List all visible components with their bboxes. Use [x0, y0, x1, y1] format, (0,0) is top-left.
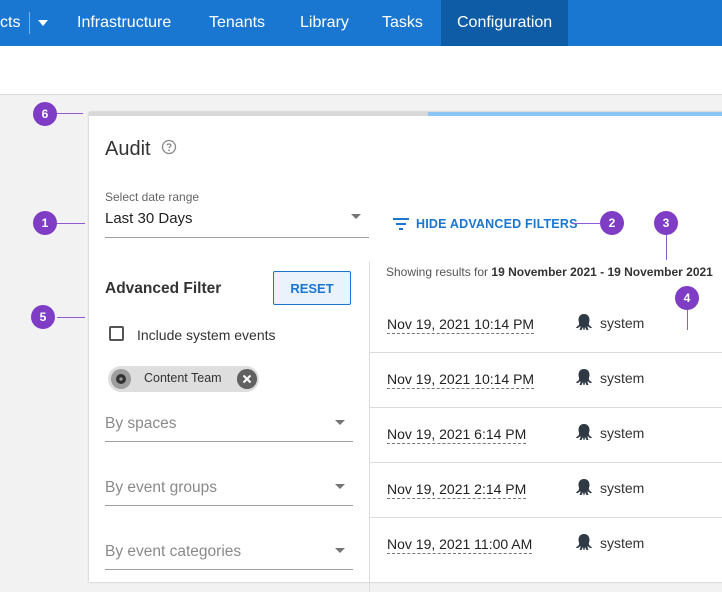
annotation-badge-6: 6: [33, 102, 57, 126]
annotation-leader-6: [57, 113, 83, 114]
filter-icon: [393, 218, 409, 230]
page-title: Audit: [105, 138, 151, 160]
event-groups-select[interactable]: By event groups: [105, 475, 353, 506]
event-user: system: [600, 480, 645, 496]
table-row[interactable]: Nov 19, 2021 2:14 PM system: [370, 463, 722, 518]
sub-header-bar: [0, 46, 722, 95]
results-summary-range: 19 November 2021 - 19 November 2021: [491, 265, 713, 279]
loading-progress-bar: [89, 112, 722, 116]
hide-advanced-filters-button[interactable]: HIDE ADVANCED FILTERS: [392, 215, 578, 233]
octopus-icon: [576, 424, 592, 440]
event-user: system: [600, 425, 645, 441]
results-summary: Showing results for 19 November 2021 - 1…: [386, 265, 713, 279]
event-timestamp[interactable]: Nov 19, 2021 10:14 PM: [387, 316, 535, 334]
table-row[interactable]: Nov 19, 2021 6:14 PM system: [370, 408, 722, 463]
annotation-badge-2: 2: [600, 211, 624, 235]
event-timestamp[interactable]: Nov 19, 2021 6:14 PM: [387, 426, 527, 444]
event-user: system: [600, 370, 645, 386]
event-user: system: [600, 535, 645, 551]
event-timestamp[interactable]: Nov 19, 2021 11:00 AM: [387, 536, 533, 554]
spaces-select[interactable]: By spaces: [105, 411, 353, 442]
nav-item-tenants[interactable]: Tenants: [209, 0, 265, 46]
table-row[interactable]: Nov 19, 2021 10:14 PM system: [370, 298, 722, 353]
date-range-select[interactable]: Last 30 Days: [105, 210, 193, 227]
event-timestamp[interactable]: Nov 19, 2021 2:14 PM: [387, 481, 527, 499]
nav-item-projects[interactable]: cts: [0, 0, 20, 46]
annotation-leader-2: [572, 223, 600, 224]
chip-label: Content Team: [144, 371, 222, 385]
team-filter-chip: Content Team: [108, 366, 259, 392]
loading-progress-fill: [428, 112, 722, 116]
annotation-leader-1: [57, 223, 85, 224]
event-user: system: [600, 315, 645, 331]
advanced-filter-title: Advanced Filter: [105, 280, 222, 297]
nav-item-library[interactable]: Library: [300, 0, 349, 46]
annotation-leader-4: [687, 308, 688, 330]
chevron-down-icon: [335, 484, 345, 489]
include-system-events-checkbox[interactable]: [109, 326, 124, 341]
annotation-badge-5: 5: [31, 305, 55, 329]
event-categories-select[interactable]: By event categories: [105, 539, 353, 570]
team-avatar-icon: [111, 369, 131, 389]
top-navigation: cts Infrastructure Tenants Library Tasks…: [0, 0, 722, 46]
annotation-leader-3: [666, 234, 667, 260]
nav-item-infrastructure[interactable]: Infrastructure: [77, 0, 171, 46]
include-system-events-label[interactable]: Include system events: [137, 327, 276, 343]
nav-divider: [29, 12, 30, 34]
annotation-badge-4: 4: [675, 286, 699, 310]
event-categories-select-placeholder: By event categories: [105, 543, 242, 560]
annotation-badge-1: 1: [33, 211, 57, 235]
reset-button[interactable]: RESET: [273, 271, 351, 305]
help-icon[interactable]: [161, 139, 177, 155]
annotation-leader-5: [57, 317, 85, 318]
octopus-icon: [576, 314, 592, 330]
nav-item-tasks[interactable]: Tasks: [382, 0, 423, 46]
event-timestamp[interactable]: Nov 19, 2021 10:14 PM: [387, 371, 535, 389]
close-icon[interactable]: [237, 369, 257, 389]
table-row[interactable]: Nov 19, 2021 10:14 PM system: [370, 353, 722, 408]
chevron-down-icon: [335, 420, 345, 425]
octopus-icon: [576, 369, 592, 385]
chevron-down-icon: [335, 548, 345, 553]
chevron-down-icon[interactable]: [351, 214, 361, 219]
octopus-icon: [576, 534, 592, 550]
date-range-underline: [105, 237, 369, 238]
event-groups-select-placeholder: By event groups: [105, 479, 218, 496]
date-range-label: Select date range: [105, 190, 200, 204]
annotation-badge-3: 3: [654, 211, 678, 235]
results-summary-prefix: Showing results for: [386, 265, 489, 279]
chevron-down-icon[interactable]: [38, 20, 48, 26]
octopus-icon: [576, 479, 592, 495]
hide-advanced-filters-label: HIDE ADVANCED FILTERS: [416, 217, 578, 231]
table-row[interactable]: Nov 19, 2021 11:00 AM system: [370, 518, 722, 572]
audit-card: Audit Select date range Last 30 Days HID…: [89, 112, 722, 592]
spaces-select-placeholder: By spaces: [105, 415, 177, 432]
nav-item-configuration[interactable]: Configuration: [441, 0, 569, 46]
